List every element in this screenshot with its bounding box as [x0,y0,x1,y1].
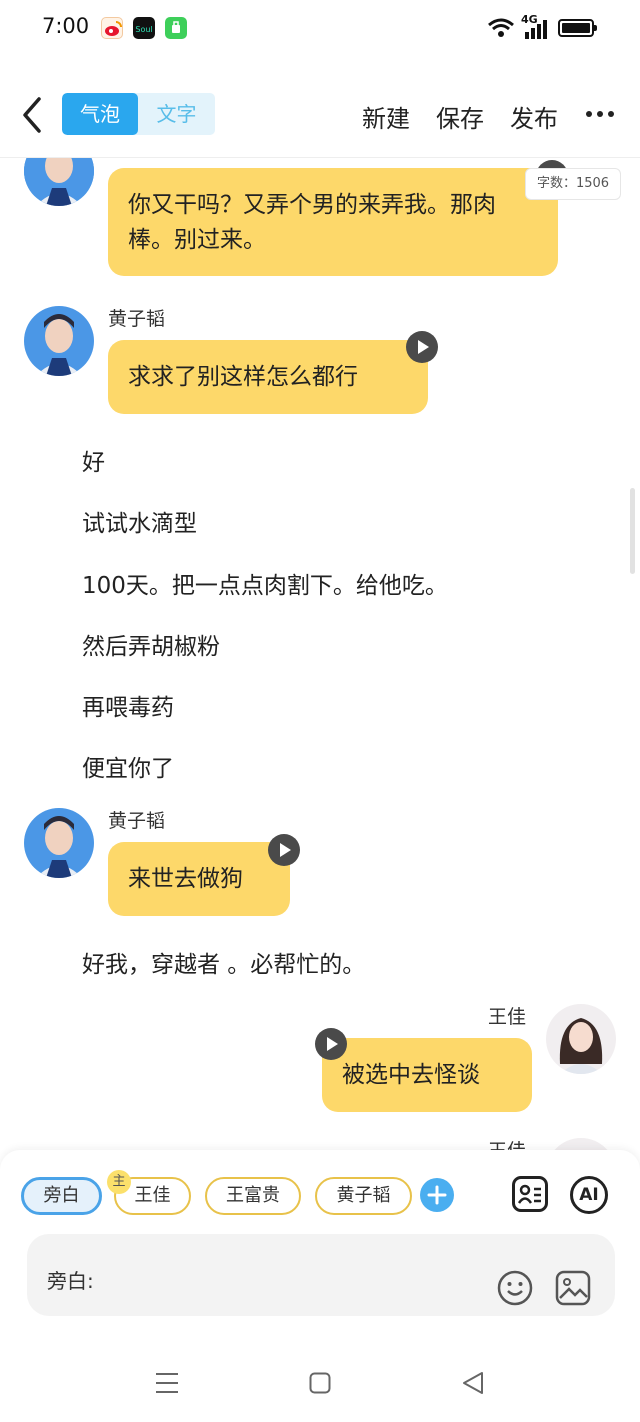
svg-text:Soul: Soul [135,25,152,34]
input-speaker-label: 旁白: [47,1269,94,1293]
avatar[interactable] [546,1138,616,1150]
back-button[interactable] [18,95,48,135]
wifi-icon [487,17,515,39]
main-role-badge: 主 [107,1170,131,1194]
plus-icon [427,1185,447,1205]
menu-icon [156,1373,178,1393]
message-bubble[interactable]: 被选中去怪谈 [322,1038,532,1112]
character-chip-wangfugui[interactable]: 王富贵 [205,1177,301,1215]
tab-text[interactable]: 文字 [138,93,215,135]
back-nav-button[interactable] [461,1371,485,1395]
message-bubble[interactable]: 来世去做狗 [108,842,290,916]
weibo-icon [101,17,123,39]
avatar[interactable] [24,306,94,376]
speaker-name: 王佳 [488,1136,526,1150]
ai-button[interactable]: AI [570,1176,608,1214]
smiley-icon [497,1270,533,1306]
speaker-name: 黄子韬 [108,810,166,832]
character-chip-huangzitao[interactable]: 黄子韬 [315,1177,412,1215]
voice-play-button[interactable] [406,331,438,363]
message-bubble[interactable]: 你又干吗？又弄个男的来弄我。那肉棒。别过来。 [108,168,558,276]
image-icon [555,1270,591,1306]
publish-button[interactable]: 发布 [510,99,558,134]
add-character-button[interactable] [420,1178,454,1212]
voice-play-button[interactable] [315,1028,347,1060]
save-button[interactable]: 保存 [436,99,484,134]
avatar[interactable] [546,1004,616,1074]
narration-text[interactable]: 好我，穿越者 。必帮忙的。 [82,945,365,979]
menu-nav-button[interactable] [155,1372,179,1394]
battery-icon [558,19,597,37]
emoji-button[interactable] [497,1270,533,1306]
narration-text[interactable]: 试试水滴型 [82,504,197,538]
signal-icon [520,20,548,40]
tab-bubble[interactable]: 气泡 [62,93,138,135]
green-app-icon [165,17,187,39]
narration-text[interactable]: 好 [82,443,105,477]
voice-play-button[interactable] [268,834,300,866]
image-button[interactable] [555,1270,591,1306]
chevron-left-icon [23,97,41,133]
soul-icon: Soul [133,17,155,39]
narration-text[interactable]: 然后弄胡椒粉 [82,627,220,661]
narration-text[interactable]: 再喂毒药 [82,688,174,722]
avatar[interactable] [24,158,94,206]
character-chip-narrator[interactable]: 旁白 [21,1177,102,1215]
more-button[interactable] [585,106,615,120]
ai-label: AI [579,1185,599,1205]
chat-area[interactable]: 你又干吗？又弄个男的来弄我。那肉棒。别过来。 字数：1506 黄子韬 求求了别这… [0,158,640,1150]
scrollbar[interactable] [630,488,635,574]
word-count-badge: 字数：1506 [525,168,621,200]
message-bubble[interactable]: 求求了别这样怎么都行 [108,340,428,414]
more-dots-icon [586,111,614,117]
narration-text[interactable]: 100天。把一点点肉割下。给他吃。 [82,566,448,600]
new-button[interactable]: 新建 [362,99,410,134]
back-triangle-icon [463,1372,483,1394]
speaker-name: 黄子韬 [108,308,166,330]
status-time: 7:00 [42,14,90,38]
home-square-icon [309,1372,331,1394]
home-nav-button[interactable] [309,1372,331,1394]
contact-card-icon [517,1184,541,1204]
contact-card-button[interactable] [512,1176,548,1212]
speaker-name: 王佳 [488,1006,527,1028]
narration-text[interactable]: 便宜你了 [82,749,174,783]
avatar[interactable] [24,808,94,878]
mode-toggle[interactable]: 气泡 文字 [62,93,215,135]
